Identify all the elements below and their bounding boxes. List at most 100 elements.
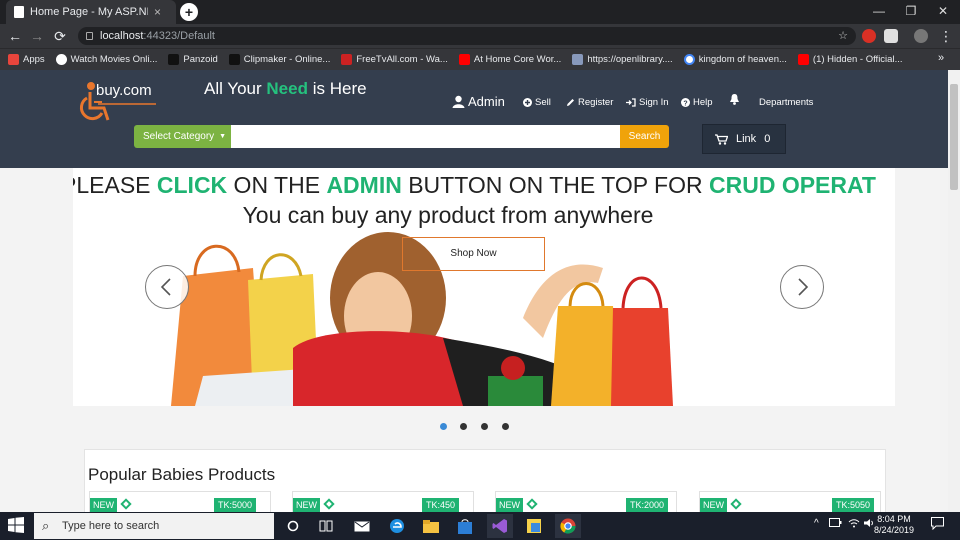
address-bar[interactable]: localhost:44323/Default ☆	[78, 27, 856, 45]
more-bookmarks-button[interactable]: »	[938, 52, 944, 64]
departments-link[interactable]: Departments	[759, 97, 813, 108]
carousel-indicator-active[interactable]	[440, 423, 447, 430]
url-path: :44323/Default	[143, 30, 215, 42]
chrome-icon[interactable]	[555, 514, 581, 538]
logo-text[interactable]: buy.com	[96, 82, 152, 99]
wifi-icon[interactable]	[848, 518, 860, 531]
forward-arrow-icon[interactable]: →	[27, 26, 47, 46]
bookmark-apps[interactable]: Apps	[8, 54, 45, 65]
windows-start-icon[interactable]	[8, 517, 24, 533]
pencil-icon	[567, 99, 574, 106]
bookmark-item[interactable]: kingdom of heaven...	[683, 54, 787, 65]
user-icon	[452, 95, 465, 108]
search-input[interactable]	[231, 125, 620, 148]
tagline: All Your Need is Here	[204, 79, 367, 98]
page-icon	[14, 6, 24, 18]
carousel-indicator[interactable]	[481, 423, 488, 430]
task-view-icon[interactable]	[313, 514, 339, 538]
section-title: Popular Babies Products	[88, 465, 276, 484]
maximize-button[interactable]: ❐	[896, 0, 926, 24]
chevron-right-icon	[797, 277, 808, 296]
apps-grid-icon	[8, 54, 19, 65]
bookmark-item[interactable]: https://openlibrary....	[572, 54, 673, 65]
clock-time: 8:04 PM	[877, 514, 911, 524]
site-icon	[55, 54, 67, 65]
notifications-icon[interactable]	[931, 517, 944, 533]
sell-link[interactable]: Sell	[523, 97, 551, 108]
site-icon	[341, 54, 353, 65]
diamond-icon	[730, 498, 742, 510]
bookmarks-bar: Apps Watch Movies Onli... Panzoid Clipma…	[0, 48, 960, 70]
next-slide-button[interactable]	[780, 265, 824, 309]
tab-close-icon[interactable]: ×	[154, 5, 161, 19]
select-category-dropdown[interactable]: Select Category ▼	[134, 125, 231, 148]
menu-dots-icon[interactable]: ⋮	[936, 26, 956, 46]
extension-icon[interactable]	[862, 29, 876, 43]
battery-icon[interactable]	[829, 518, 842, 530]
diamond-icon	[526, 498, 538, 510]
cart-count: 0	[764, 133, 771, 145]
sign-in-icon	[626, 98, 636, 107]
cortana-icon[interactable]	[280, 514, 306, 538]
scrollbar-thumb[interactable]	[950, 84, 958, 190]
search-icon: ⌕	[42, 518, 50, 533]
shop-now-button[interactable]: Shop Now	[402, 237, 545, 271]
promo-text: You can buy any product from anywhere	[242, 202, 654, 228]
bookmark-star-icon[interactable]: ☆	[838, 27, 848, 45]
taskbar-search-input[interactable]: ⌕ Type here to search	[34, 513, 274, 539]
url-host: localhost	[100, 30, 144, 42]
chevron-left-icon	[160, 277, 171, 296]
caret-down-icon: ▼	[219, 133, 226, 140]
system-clock[interactable]: 8:04 PM 8/24/2019	[874, 514, 914, 536]
site-icon	[228, 54, 240, 65]
site-icon	[572, 54, 584, 65]
bookmark-item[interactable]: (1) Hidden - Official...	[797, 54, 902, 65]
carousel-indicator[interactable]	[460, 423, 467, 430]
clock-date: 8/24/2019	[874, 525, 915, 535]
bell-icon[interactable]	[729, 93, 740, 106]
store-icon[interactable]	[452, 514, 478, 538]
show-hidden-icons[interactable]: ^	[814, 518, 819, 529]
reload-icon[interactable]: ⟳	[50, 26, 70, 46]
new-badge: NEW	[496, 498, 523, 512]
bookmark-item[interactable]: Clipmaker - Online...	[228, 54, 330, 65]
bookmark-item[interactable]: Panzoid	[168, 54, 218, 65]
cart-link[interactable]: Link 0	[702, 124, 786, 154]
carousel-indicator[interactable]	[502, 423, 509, 430]
search-button[interactable]: Search	[620, 125, 669, 148]
question-circle-icon: ?	[681, 98, 690, 107]
admin-marquee: PLEASE CLICK ON THE ADMIN BUTTON ON THE …	[73, 172, 876, 198]
price-badge: TK:5000	[213, 498, 256, 512]
admin-link[interactable]: Admin	[452, 94, 505, 109]
app-icon[interactable]	[521, 514, 547, 538]
visual-studio-icon[interactable]	[487, 514, 513, 538]
browser-tab[interactable]: Home Page - My ASP.NET Applic ×	[6, 0, 176, 24]
mail-icon[interactable]	[349, 514, 375, 538]
youtube-icon	[797, 54, 809, 65]
new-badge: NEW	[293, 498, 320, 512]
bookmark-item[interactable]: FreeTvAll.com - Wa...	[341, 54, 448, 65]
back-arrow-icon[interactable]: ←	[5, 26, 25, 46]
new-badge: NEW	[700, 498, 727, 512]
new-badge: NEW	[90, 498, 117, 512]
prev-slide-button[interactable]	[145, 265, 189, 309]
diamond-icon	[323, 498, 335, 510]
minimize-button[interactable]: —	[864, 0, 894, 24]
bookmark-item[interactable]: Watch Movies Onli...	[55, 54, 157, 65]
info-icon[interactable]	[86, 32, 93, 40]
price-badge: TK:450	[421, 498, 459, 512]
plus-circle-icon	[523, 98, 532, 107]
profile-avatar[interactable]	[914, 29, 928, 43]
site-icon	[168, 54, 180, 65]
register-link[interactable]: Register	[566, 97, 613, 108]
shopping-cart-icon	[715, 133, 728, 145]
edge-browser-icon[interactable]	[384, 514, 410, 538]
bookmark-item[interactable]: At Home Core Wor...	[458, 54, 561, 65]
file-explorer-icon[interactable]	[418, 514, 444, 538]
new-tab-button[interactable]: +	[180, 3, 198, 21]
close-window-button[interactable]: ✕	[928, 0, 958, 24]
extension-icon[interactable]	[884, 29, 898, 43]
diamond-icon	[120, 498, 132, 510]
help-link[interactable]: ? Help	[681, 97, 713, 108]
signin-link[interactable]: Sign In	[626, 97, 669, 108]
